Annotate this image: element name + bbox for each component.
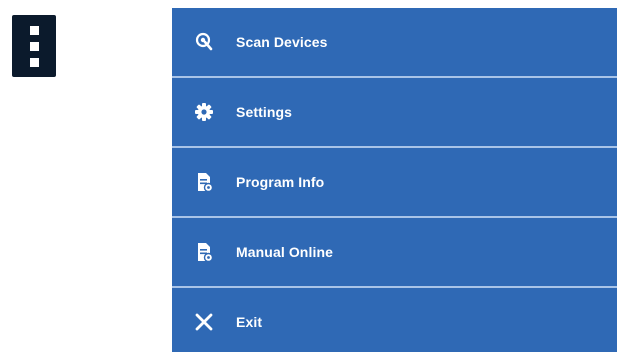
menu-item-label: Program Info: [236, 174, 325, 190]
menu-item-label: Manual Online: [236, 244, 333, 260]
kebab-dot: [30, 58, 39, 67]
gear-icon: [193, 101, 215, 123]
menu-item-label: Scan Devices: [236, 34, 328, 50]
kebab-dot: [30, 42, 39, 51]
menu-item-exit[interactable]: Exit: [172, 288, 617, 356]
menu-item-settings[interactable]: Settings: [172, 78, 617, 146]
scan-icon: [193, 31, 215, 53]
kebab-dot: [30, 26, 39, 35]
kebab-menu-button[interactable]: [12, 15, 56, 77]
menu-item-label: Settings: [236, 104, 293, 120]
dropdown-menu: Scan Devices Settings Program Info Manua…: [172, 8, 617, 352]
menu-item-scan-devices[interactable]: Scan Devices: [172, 8, 617, 76]
close-icon: [193, 311, 215, 333]
document-icon: [193, 171, 215, 193]
menu-item-label: Exit: [236, 314, 263, 330]
menu-item-program-info[interactable]: Program Info: [172, 148, 617, 216]
document-icon: [193, 241, 215, 263]
menu-item-manual-online[interactable]: Manual Online: [172, 218, 617, 286]
